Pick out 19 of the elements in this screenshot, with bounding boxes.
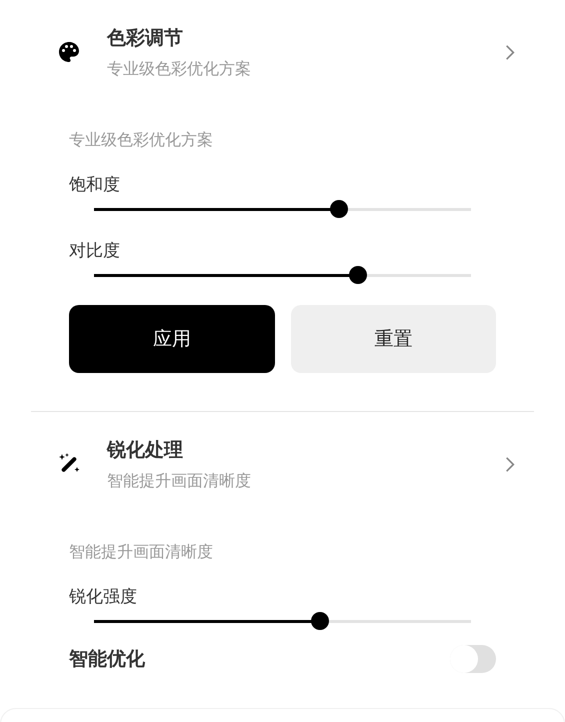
panel-caption: 专业级色彩优化方案 [69,130,214,151]
palette-icon [57,40,81,64]
chevron-icon[interactable] [505,44,515,60]
section-subtitle: 专业级色彩优化方案 [107,58,252,80]
toggle-switch[interactable] [450,645,496,673]
section-subtitle: 智能提升画面清晰度 [107,470,252,492]
apply-button[interactable]: 应用 [69,305,274,373]
slider-thumb[interactable] [348,266,367,284]
toggle-label: 智能优化 [69,647,145,672]
reset-button[interactable]: 重置 [290,305,496,373]
chevron-icon[interactable] [505,456,515,472]
panel-caption: 智能提升画面清晰度 [69,542,214,563]
section-title: 锐化处理 [107,438,184,462]
slider-label: 对比度 [69,240,121,262]
slider-thumb[interactable] [330,200,348,218]
slider-label: 饱和度 [69,174,121,196]
slider-thumb[interactable] [311,612,330,630]
slider-label: 锐化强度 [69,586,138,608]
section-title: 色彩调节 [107,26,184,50]
